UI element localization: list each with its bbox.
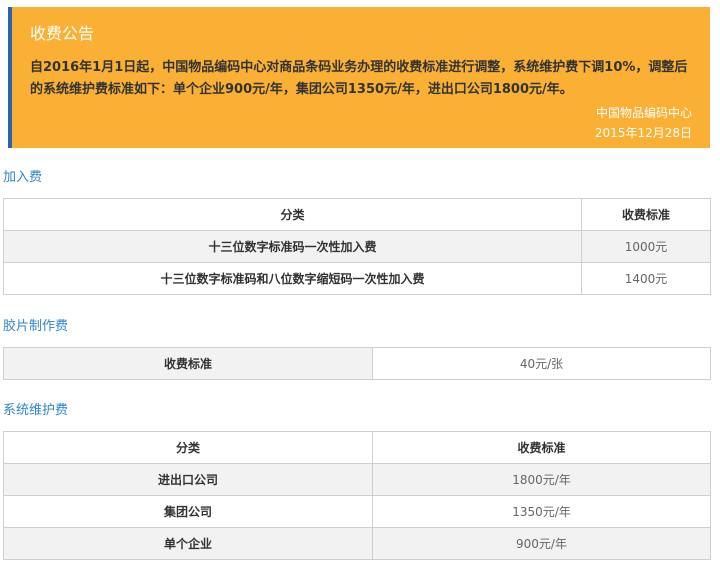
row-standard: 1400元 [581, 262, 711, 295]
row-label: 收费标准 [3, 347, 373, 380]
row-category: 进出口公司 [3, 463, 373, 496]
row-category: 十三位数字标准码一次性加入费 [3, 230, 582, 263]
table-row: 单个企业 900元/年 [3, 527, 711, 560]
header-standard: 收费标准 [581, 198, 711, 231]
joining-fee-table: 分类 收费标准 十三位数字标准码一次性加入费 1000元 十三位数字标准码和八位… [3, 198, 711, 295]
table-row: 进出口公司 1800元/年 [3, 463, 711, 496]
notice-body: 自2016年1月1日起，中国物品编码中心对商品条码业务办理的收费标准进行调整，系… [30, 60, 688, 97]
maintenance-fee-table: 分类 收费标准 进出口公司 1800元/年 集团公司 1350元/年 单个企业 … [3, 431, 711, 560]
row-standard: 1800元/年 [372, 463, 711, 496]
row-standard: 1350元/年 [372, 495, 711, 528]
table-header-row: 分类 收费标准 [3, 198, 711, 231]
table-row: 十三位数字标准码和八位数字缩短码一次性加入费 1400元 [3, 262, 711, 295]
header-category: 分类 [3, 198, 582, 231]
header-standard: 收费标准 [372, 431, 711, 464]
table-row: 集团公司 1350元/年 [3, 495, 711, 528]
notice-title: 收费公告 [30, 24, 95, 43]
table-header-row: 分类 收费标准 [3, 431, 711, 464]
header-category: 分类 [3, 431, 373, 464]
row-category: 十三位数字标准码和八位数字缩短码一次性加入费 [3, 262, 582, 295]
section-title-film-fee: 胶片制作费 [3, 319, 69, 334]
table-row: 十三位数字标准码一次性加入费 1000元 [3, 230, 711, 263]
section-title-maintenance-fee: 系统维护费 [3, 403, 69, 418]
notice-date: 2015年12月28日 [594, 126, 692, 140]
row-category: 集团公司 [3, 495, 373, 528]
row-standard: 1000元 [581, 230, 711, 263]
notice-issuer: 中国物品编码中心 [595, 106, 692, 120]
film-fee-table: 收费标准 40元/张 [3, 347, 711, 380]
row-standard: 900元/年 [372, 527, 711, 560]
fee-notice-panel: 收费公告 自2016年1月1日起，中国物品编码中心对商品条码业务办理的收费标准进… [8, 7, 710, 148]
row-category: 单个企业 [3, 527, 373, 560]
row-value: 40元/张 [372, 347, 711, 380]
table-row: 收费标准 40元/张 [3, 347, 711, 380]
section-title-joining-fee: 加入费 [3, 170, 43, 185]
